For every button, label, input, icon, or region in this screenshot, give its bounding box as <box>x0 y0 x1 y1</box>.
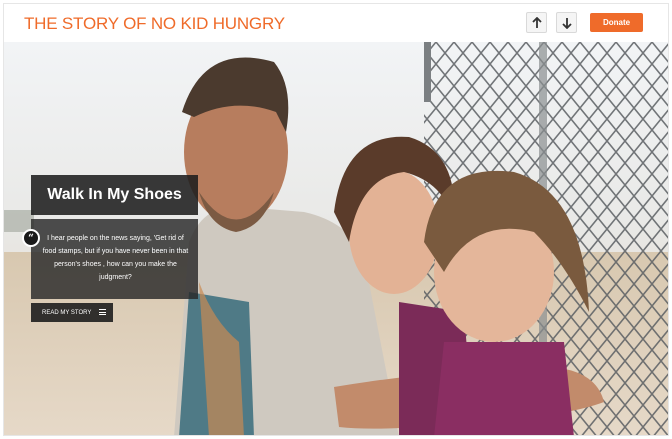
hero-image: Walk In My Shoes I hear people on the ne… <box>4 42 668 435</box>
next-story-button[interactable] <box>556 12 577 33</box>
story-title: Walk In My Shoes <box>31 175 198 215</box>
arrow-down-icon <box>561 17 572 29</box>
page-frame: THE STORY OF NO KID HUNGRY Donate Walk I… <box>3 3 669 436</box>
header: THE STORY OF NO KID HUNGRY Donate <box>4 4 668 42</box>
story-quote: I hear people on the news saying, 'Get r… <box>31 219 198 299</box>
donate-button[interactable]: Donate <box>590 13 643 32</box>
menu-icon <box>99 309 106 315</box>
quote-icon: “ <box>22 229 40 247</box>
arrow-up-icon <box>531 16 542 28</box>
read-my-story-label: READ MY STORY <box>42 309 92 316</box>
previous-story-button[interactable] <box>526 12 547 33</box>
site-title[interactable]: THE STORY OF NO KID HUNGRY <box>24 14 285 34</box>
read-my-story-button[interactable]: READ MY STORY <box>31 303 113 322</box>
